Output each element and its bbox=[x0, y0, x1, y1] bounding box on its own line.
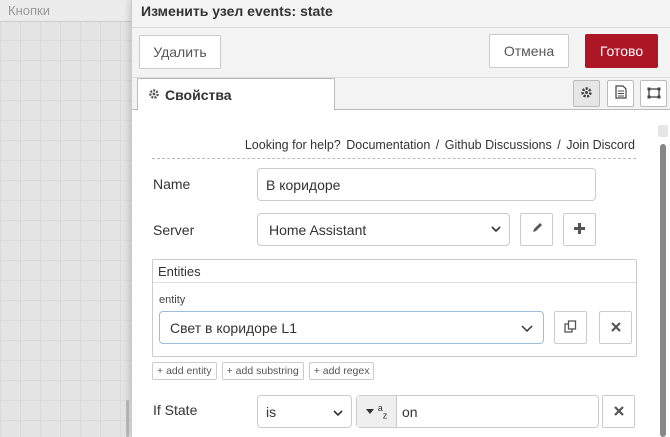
entity-chips: + add entity + add substring + add regex bbox=[152, 362, 375, 380]
copy-icon bbox=[564, 319, 577, 336]
server-select[interactable]: Home Assistant bbox=[257, 213, 510, 246]
string-type-icon: az bbox=[377, 402, 388, 421]
tabs-row: Свойства bbox=[132, 78, 670, 111]
github-discussions-link[interactable]: Github Discussions bbox=[445, 138, 552, 152]
help-prefix: Looking for help? bbox=[244, 138, 341, 152]
palette-scrollbar[interactable] bbox=[126, 400, 129, 437]
name-value: В коридоре bbox=[266, 176, 341, 193]
entities-title: Entities bbox=[153, 260, 636, 283]
entity-label: entity bbox=[159, 294, 186, 306]
caret-down-icon bbox=[365, 406, 374, 417]
documentation-link[interactable]: Documentation bbox=[346, 138, 430, 152]
content-scrollbar[interactable] bbox=[660, 144, 666, 437]
add-substring-button[interactable]: + add substring bbox=[221, 362, 304, 380]
entity-select[interactable]: Свет в коридоре L1 bbox=[159, 311, 544, 344]
settings-tab-button[interactable] bbox=[573, 80, 600, 107]
if-state-operator-select[interactable]: is bbox=[257, 395, 352, 428]
if-state-value: on bbox=[402, 403, 418, 420]
chevron-down-icon bbox=[491, 224, 501, 236]
description-tab-button[interactable] bbox=[607, 80, 634, 107]
chevron-down-icon bbox=[333, 404, 343, 420]
entity-value: Свет в коридоре L1 bbox=[170, 319, 298, 336]
help-links: Looking for help? Documentation / Github… bbox=[152, 138, 636, 159]
gear-icon bbox=[580, 86, 593, 102]
plus-icon: + bbox=[157, 365, 164, 377]
add-entity-button[interactable]: + add entity bbox=[152, 362, 217, 380]
plus-icon: + bbox=[313, 365, 320, 377]
frame-icon bbox=[647, 86, 661, 102]
plus-icon: + bbox=[226, 365, 233, 377]
pencil-icon bbox=[531, 222, 543, 237]
delete-button[interactable]: Удалить bbox=[139, 35, 221, 69]
server-value: Home Assistant bbox=[269, 221, 367, 238]
add-server-button[interactable] bbox=[563, 213, 596, 246]
server-label: Server bbox=[153, 222, 195, 238]
name-label: Name bbox=[153, 176, 191, 192]
copy-entity-button[interactable] bbox=[554, 311, 587, 344]
separator: / bbox=[557, 138, 561, 152]
if-state-label: If State bbox=[153, 402, 198, 418]
scrollbar-arrow[interactable] bbox=[658, 125, 668, 137]
if-state-value-input[interactable]: az on bbox=[356, 395, 599, 428]
operator-value: is bbox=[266, 403, 277, 420]
tray-title: Изменить узел events: state bbox=[132, 0, 670, 28]
name-input[interactable]: В коридоре bbox=[257, 168, 596, 201]
tab-properties[interactable]: Свойства bbox=[137, 78, 335, 111]
remove-entity-button[interactable] bbox=[599, 311, 632, 344]
clear-if-state-button[interactable] bbox=[602, 395, 635, 428]
type-selector[interactable]: az bbox=[357, 396, 397, 427]
close-icon bbox=[613, 404, 624, 419]
document-icon bbox=[614, 85, 627, 102]
tab-label: Свойства bbox=[165, 86, 232, 103]
done-button[interactable]: Готово bbox=[585, 34, 658, 68]
edit-server-button[interactable] bbox=[520, 213, 553, 246]
edit-tray: Изменить узел events: state Удалить Отме… bbox=[131, 0, 670, 437]
add-regex-button[interactable]: + add regex bbox=[308, 362, 375, 380]
chip-label: add substring bbox=[235, 365, 299, 377]
tray-toolbar: Удалить Отмена Готово bbox=[132, 28, 670, 78]
chip-label: add entity bbox=[166, 365, 212, 377]
palette-category-header[interactable]: Кнопки bbox=[0, 0, 131, 22]
chip-label: add regex bbox=[322, 365, 370, 377]
chevron-down-icon bbox=[521, 320, 533, 336]
separator: / bbox=[435, 138, 440, 152]
appearance-tab-button[interactable] bbox=[640, 80, 667, 107]
cancel-button[interactable]: Отмена bbox=[489, 34, 569, 68]
entities-box: Entities entity Свет в коридоре L1 bbox=[152, 259, 637, 357]
palette: Кнопки bbox=[0, 0, 131, 437]
join-discord-link[interactable]: Join Discord bbox=[566, 138, 635, 152]
plus-icon bbox=[574, 222, 585, 237]
close-icon bbox=[610, 320, 621, 335]
gear-icon bbox=[148, 87, 160, 103]
